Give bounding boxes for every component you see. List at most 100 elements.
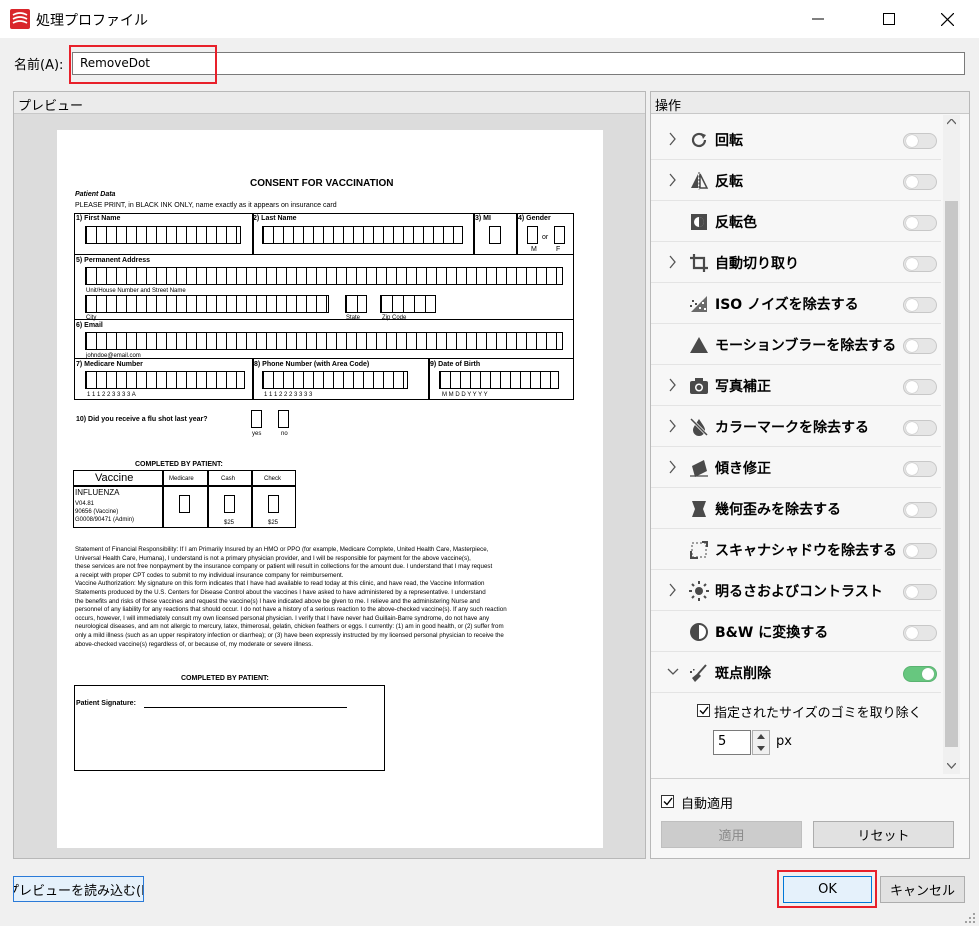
operation-row[interactable]: 斑点削除: [651, 652, 941, 693]
auto-apply-checkbox[interactable]: [661, 795, 674, 808]
operation-label: ISO ノイズを除去する: [715, 297, 859, 313]
flip-icon: [691, 172, 709, 190]
doc-address-cells: [85, 267, 563, 285]
operations-scroll-thumb[interactable]: [945, 201, 958, 747]
doc-signature-label: Patient Signature:: [76, 700, 136, 707]
despeckle-options: 指定されたサイズのゴミを取り除く(R 5 px: [651, 693, 943, 774]
operation-row[interactable]: 反転: [651, 160, 941, 201]
doc-vaccine-header: Vaccine: [95, 472, 134, 484]
name-input[interactable]: RemoveDot: [72, 52, 965, 75]
ok-button[interactable]: OK: [783, 876, 872, 903]
motion-blur-icon: [690, 337, 708, 353]
operation-toggle[interactable]: [903, 297, 937, 313]
reset-button[interactable]: リセット: [813, 821, 954, 848]
doc-dob-cells: [439, 371, 559, 389]
operation-label: カラーマークを除去する: [715, 420, 869, 436]
doc-state-cells: [345, 295, 367, 313]
doc-medicare-sample: 1 1 1 2 2 3 3 3 3 A: [87, 392, 136, 398]
scroll-up-icon[interactable]: [947, 119, 956, 125]
minimize-button[interactable]: [795, 0, 841, 38]
apply-button[interactable]: 適用: [661, 821, 802, 848]
operation-toggle[interactable]: [903, 420, 937, 436]
scroll-down-icon[interactable]: [947, 763, 956, 769]
operation-row[interactable]: スキャナシャドウを除去する: [651, 529, 941, 570]
chevron-right-icon[interactable]: [667, 255, 679, 269]
close-button[interactable]: [924, 0, 970, 38]
operation-row[interactable]: 明るさおよびコントラスト: [651, 570, 941, 611]
preview-header: プレビュー: [14, 92, 645, 114]
doc-check-header: Check: [264, 476, 282, 482]
operation-toggle[interactable]: [903, 461, 937, 477]
despeckle-size-input[interactable]: 5: [713, 730, 751, 755]
operation-toggle[interactable]: [903, 379, 937, 395]
chevron-right-icon[interactable]: [667, 378, 679, 392]
doc-financial-text: Statement of Financial Responsibility: I…: [75, 546, 507, 648]
doc-dob-sample: M M D D Y Y Y Y: [442, 392, 488, 398]
operation-toggle[interactable]: [903, 133, 937, 149]
doc-email-cells: [85, 332, 563, 350]
operation-toggle[interactable]: [903, 338, 937, 354]
app-icon: [10, 9, 30, 29]
operation-row[interactable]: 幾何歪みを除去する: [651, 488, 941, 529]
operation-row[interactable]: 回転: [651, 119, 941, 160]
operation-label: モーションブラーを除去する: [715, 338, 897, 354]
doc-check-cell: [268, 495, 279, 513]
operation-label: 反転: [715, 174, 743, 190]
name-label: 名前(A):: [14, 58, 64, 73]
doc-completed-label-1: COMPLETED BY PATIENT:: [135, 461, 223, 468]
operation-row[interactable]: 写真補正: [651, 365, 941, 406]
operation-toggle[interactable]: [903, 174, 937, 190]
checkmark-icon: [663, 797, 673, 806]
operation-row[interactable]: カラーマークを除去する: [651, 406, 941, 447]
geometry-icon: [692, 501, 706, 517]
operation-toggle[interactable]: [903, 502, 937, 518]
cancel-button[interactable]: キャンセル: [880, 876, 965, 903]
operation-row[interactable]: 自動切り取り: [651, 242, 941, 283]
operations-list: 回転反転反転色自動切り取り ISO ノイズを除去するモーションブラーを除去する写真…: [651, 115, 943, 774]
color-mark-icon: [689, 417, 709, 437]
doc-completed-label-2: COMPLETED BY PATIENT:: [181, 675, 269, 682]
noise-icon: [690, 296, 707, 312]
load-preview-label: プレビューを読み込む(P: [13, 883, 144, 899]
doc-last-name-label: 2) Last Name: [253, 215, 297, 222]
doc-zip-cells: [380, 295, 436, 313]
operation-row[interactable]: 傾き修正: [651, 447, 941, 488]
chevron-down-icon[interactable]: [667, 665, 679, 679]
doc-flu-yes-cell: [251, 410, 262, 428]
doc-gender-f-cell: [554, 226, 565, 244]
chevron-right-icon[interactable]: [667, 460, 679, 474]
operation-row[interactable]: ISO ノイズを除去する: [651, 283, 941, 324]
maximize-button[interactable]: [866, 0, 912, 38]
operation-toggle[interactable]: [903, 666, 937, 682]
operation-toggle[interactable]: [903, 584, 937, 600]
operation-toggle[interactable]: [903, 215, 937, 231]
doc-gender-m-cell: [527, 226, 538, 244]
doc-vaccine-name: INFLUENZA: [75, 488, 120, 497]
doc-cash-header: Cash: [221, 476, 236, 482]
chevron-right-icon[interactable]: [667, 419, 679, 433]
operation-toggle[interactable]: [903, 543, 937, 559]
operation-row[interactable]: モーションブラーを除去する: [651, 324, 941, 365]
spinner-up-icon[interactable]: [757, 734, 765, 739]
operation-toggle[interactable]: [903, 256, 937, 272]
despeckle-size-spinner[interactable]: [752, 730, 770, 755]
operations-scrollbar[interactable]: [943, 115, 960, 774]
preview-pane: プレビュー CONSENT FOR VACCINATION Patient Da…: [13, 91, 646, 859]
operation-row[interactable]: B&W に変換する: [651, 611, 941, 652]
operation-label: 反転色: [715, 215, 757, 231]
doc-section-patient: Patient Data: [75, 191, 116, 198]
resize-grip-icon[interactable]: [964, 912, 976, 924]
operation-label: 自動切り取り: [715, 256, 799, 272]
chevron-right-icon[interactable]: [667, 583, 679, 597]
chevron-right-icon[interactable]: [667, 173, 679, 187]
operation-toggle[interactable]: [903, 625, 937, 641]
broom-icon: [690, 664, 707, 682]
doc-cash-price: $25: [224, 520, 235, 526]
load-preview-button[interactable]: プレビューを読み込む(P: [13, 876, 144, 902]
chevron-right-icon[interactable]: [667, 132, 679, 146]
camera-icon: [690, 378, 708, 394]
doc-instruction: PLEASE PRINT, in BLACK INK ONLY, name ex…: [75, 202, 337, 209]
despeckle-size-checkbox[interactable]: [697, 704, 710, 717]
operation-row[interactable]: 反転色: [651, 201, 941, 242]
spinner-down-icon[interactable]: [757, 746, 765, 751]
